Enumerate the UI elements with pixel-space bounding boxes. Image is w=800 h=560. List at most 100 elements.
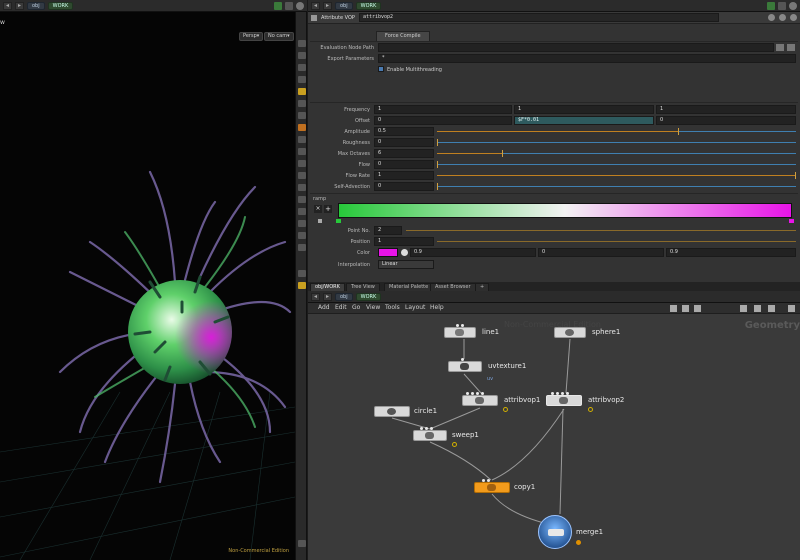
offset-z-field[interactable]: 0: [656, 116, 796, 125]
position-field[interactable]: 1: [374, 237, 434, 246]
node-attribvop2[interactable]: [546, 395, 582, 406]
normals-icon[interactable]: [298, 172, 306, 179]
flow-slider[interactable]: [437, 160, 796, 169]
node-sweep1-flag[interactable]: [452, 442, 457, 447]
flow-rate-field[interactable]: 1: [374, 171, 434, 180]
node-name-field[interactable]: attribvop2: [358, 13, 719, 22]
grid-icon[interactable]: [298, 112, 306, 119]
color-g-field[interactable]: 0: [538, 248, 664, 257]
amplitude-slider[interactable]: [437, 127, 796, 136]
frequency-z-field[interactable]: 1: [656, 105, 796, 114]
node-merge1[interactable]: [538, 515, 572, 549]
layout-icon[interactable]: [694, 305, 701, 312]
snap-icon[interactable]: [298, 100, 306, 107]
path-crumb-work[interactable]: WORK: [355, 1, 382, 10]
lock-icon[interactable]: [298, 64, 306, 71]
ramp-remove-button[interactable]: ×: [314, 205, 322, 213]
color-r-field[interactable]: 0.9: [410, 248, 536, 257]
network-editor[interactable]: Geometry Non-Commercial Edition line1 sp…: [308, 314, 800, 560]
tools-icon[interactable]: [670, 305, 677, 312]
ghost-icon[interactable]: [298, 208, 306, 215]
scene-viewport[interactable]: w Persp▾ No cam▾ Non-Commercial Edition: [0, 12, 295, 560]
color-b-field[interactable]: 0.9: [666, 248, 796, 257]
offset-y-field[interactable]: $F*0.01: [514, 116, 654, 125]
render-icon[interactable]: [298, 270, 306, 277]
menu-view[interactable]: View: [366, 304, 380, 311]
tab-force-compile[interactable]: Force Compile: [376, 31, 430, 41]
point-no-field[interactable]: 2: [374, 226, 402, 235]
forward-button[interactable]: ▸: [323, 1, 332, 10]
path-crumb-obj[interactable]: obj: [27, 1, 45, 10]
help-icon[interactable]: [789, 1, 797, 10]
pin-icon[interactable]: [274, 1, 282, 10]
roughness-slider[interactable]: [437, 138, 796, 147]
info-icon[interactable]: [790, 14, 797, 21]
help-icon[interactable]: [296, 1, 304, 10]
ramp-key-start[interactable]: [336, 219, 341, 223]
evaluation-node-path-field[interactable]: [378, 43, 774, 52]
isolate-icon[interactable]: [298, 220, 306, 227]
flow-field[interactable]: 0: [374, 160, 434, 169]
point-no-slider[interactable]: [406, 226, 796, 235]
interpolation-menu[interactable]: Linear: [378, 260, 434, 269]
node-merge1-flag[interactable]: [576, 540, 581, 545]
bottom-tool-icon[interactable]: [298, 540, 306, 547]
home-icon[interactable]: [298, 244, 306, 251]
color-ramp-bar[interactable]: [338, 203, 792, 218]
ramp-key-marker[interactable]: [318, 219, 322, 223]
shading-icon[interactable]: [298, 136, 306, 143]
max-octaves-slider[interactable]: [437, 149, 796, 158]
offset-x-field[interactable]: 0: [374, 116, 512, 125]
wireframe-icon[interactable]: [298, 148, 306, 155]
handle-icon[interactable]: [298, 184, 306, 191]
node-line1[interactable]: [444, 327, 476, 338]
menu-tools[interactable]: Tools: [385, 304, 400, 311]
palette-icon[interactable]: [768, 305, 775, 312]
node-copy1[interactable]: [474, 482, 510, 493]
view-tool-icon[interactable]: [298, 52, 306, 59]
link-icon[interactable]: [778, 1, 786, 10]
node-chooser-icon[interactable]: [776, 44, 784, 51]
menu-edit[interactable]: Edit: [335, 304, 347, 311]
path-crumb-work[interactable]: WORK: [355, 292, 382, 301]
gear-icon[interactable]: [768, 14, 775, 21]
node-sphere1[interactable]: [554, 327, 586, 338]
grid-icon[interactable]: [682, 305, 689, 312]
menu-add[interactable]: Add: [318, 304, 330, 311]
node-circle1[interactable]: [374, 406, 410, 417]
position-slider[interactable]: [437, 237, 796, 246]
ramp-key-end[interactable]: [789, 219, 794, 223]
roughness-field[interactable]: 0: [374, 138, 434, 147]
display-icon[interactable]: [740, 305, 747, 312]
multithreading-checkbox[interactable]: [378, 66, 384, 72]
forward-button[interactable]: ▸: [15, 1, 24, 10]
path-crumb-obj[interactable]: obj: [335, 1, 353, 10]
export-parameters-field[interactable]: *: [378, 54, 796, 63]
node-sweep1[interactable]: [413, 430, 447, 441]
node-attribvop1[interactable]: [462, 395, 498, 406]
ramp-add-button[interactable]: +: [324, 205, 332, 213]
menu-go[interactable]: Go: [352, 304, 360, 311]
self-advection-field[interactable]: 0: [374, 182, 434, 191]
back-button[interactable]: ◂: [3, 1, 12, 10]
path-crumb-obj[interactable]: obj: [335, 292, 353, 301]
self-advection-slider[interactable]: [437, 182, 796, 191]
select-tool-icon[interactable]: [298, 40, 306, 47]
pin-icon[interactable]: [767, 1, 775, 10]
help-icon[interactable]: [779, 14, 786, 21]
amplitude-field[interactable]: 0.5: [374, 127, 434, 136]
frequency-x-field[interactable]: 1: [374, 105, 512, 114]
flow-rate-slider[interactable]: [437, 171, 796, 180]
settings-icon[interactable]: [788, 305, 795, 312]
light-icon[interactable]: [298, 88, 306, 95]
back-button[interactable]: ◂: [311, 1, 320, 10]
max-octaves-field[interactable]: 6: [374, 149, 434, 158]
forward-button[interactable]: ▸: [323, 292, 332, 301]
menu-layout[interactable]: Layout: [405, 304, 425, 311]
link-icon[interactable]: [285, 1, 293, 10]
flipbook-icon[interactable]: [298, 282, 306, 289]
color-picker-icon[interactable]: [401, 249, 408, 256]
node-attribvop1-flag[interactable]: [503, 407, 508, 412]
camera-icon[interactable]: [298, 76, 306, 83]
node-uvtexture1[interactable]: [448, 361, 482, 372]
